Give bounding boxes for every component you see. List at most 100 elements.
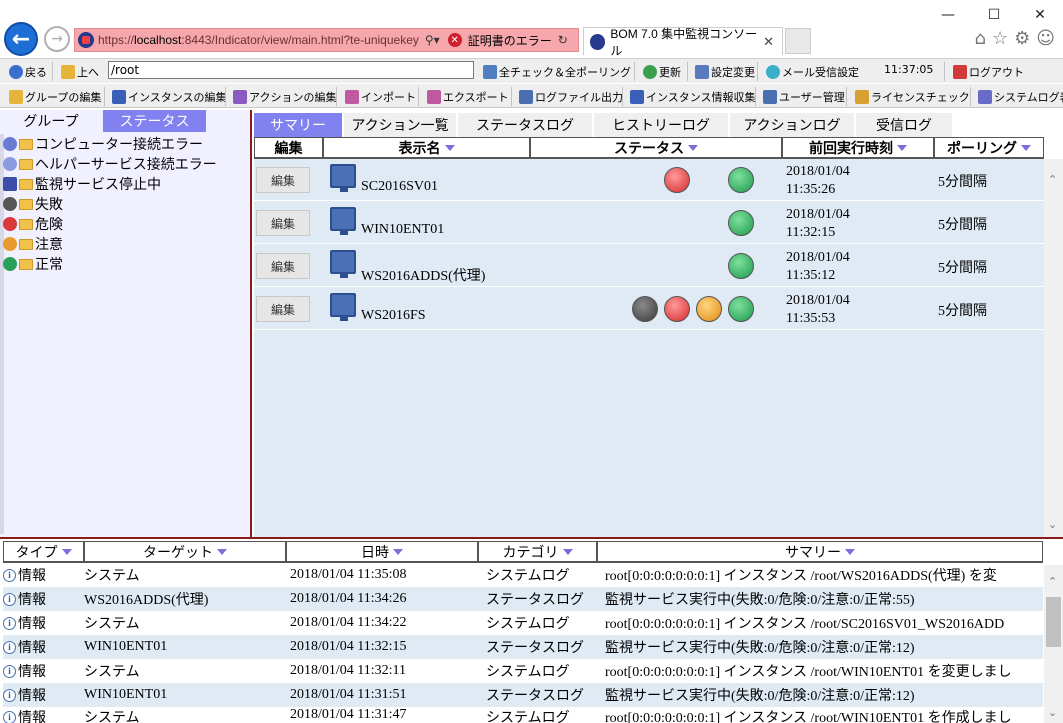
settings-button[interactable]: 設定変更 xyxy=(692,61,758,82)
up-button[interactable]: 上へ xyxy=(58,61,102,82)
gear-icon[interactable]: ⚙ xyxy=(1014,28,1030,49)
tree-item-connection-error[interactable]: コンピューター接続エラー xyxy=(0,134,250,154)
table-row[interactable]: 編集 WS2016FS 2018/01/0411:35:53 5分間隔 xyxy=(254,288,1044,330)
scroll-down-icon[interactable]: ⌄ xyxy=(1048,706,1057,719)
table-row[interactable]: 編集 SC2016SV01 2018/01/0411:35:26 5分間隔 xyxy=(254,159,1044,201)
tree-item-normal[interactable]: 正常 xyxy=(0,254,250,274)
col-datetime[interactable]: 日時 xyxy=(286,541,478,563)
mail-settings-button[interactable]: メール受信設定 xyxy=(763,61,862,82)
tree-item-critical[interactable]: 危険 xyxy=(0,214,250,234)
log-datetime: 2018/01/04 11:35:08 xyxy=(290,567,486,583)
export-icon xyxy=(427,90,441,104)
scroll-up-icon[interactable]: ⌃ xyxy=(1048,173,1057,186)
user-management-button[interactable]: ユーザー管理 xyxy=(760,86,848,107)
back-button[interactable]: 戻る xyxy=(6,61,50,82)
edit-button[interactable]: 編集 xyxy=(256,167,310,193)
edit-button[interactable]: 編集 xyxy=(256,296,310,322)
computer-icon xyxy=(330,207,356,231)
tab-close-icon[interactable]: ✕ xyxy=(763,34,774,50)
instance-collect-button[interactable]: インスタンス情報収集 xyxy=(627,86,759,107)
search-icon[interactable]: ⚲▾ xyxy=(425,33,440,47)
tab-status[interactable]: ステータス xyxy=(103,110,206,132)
syslog-view-button[interactable]: システムログ表 xyxy=(975,86,1063,107)
host-name[interactable]: WIN10ENT01 xyxy=(361,222,444,238)
instance-edit-button[interactable]: インスタンスの編集 xyxy=(109,86,230,107)
log-row[interactable]: i情報 WIN10ENT01 2018/01/04 11:31:51 ステータス… xyxy=(3,683,1043,707)
col-type[interactable]: タイプ xyxy=(3,541,84,563)
home-icon[interactable]: ⌂ xyxy=(975,28,986,49)
cert-error-icon[interactable]: ✕ xyxy=(448,33,462,47)
summary-scrollbar[interactable]: ⌃ ⌄ xyxy=(1044,159,1063,537)
log-row[interactable]: i情報 WIN10ENT01 2018/01/04 11:32:15 ステータス… xyxy=(3,635,1043,659)
table-row[interactable]: 編集 WS2016ADDS(代理) 2018/01/0411:35:12 5分間… xyxy=(254,245,1044,287)
folder-icon xyxy=(19,159,33,170)
check-all-button[interactable]: 全チェック＆全ポーリング xyxy=(480,61,634,82)
tree-item-helper-error[interactable]: ヘルパーサービス接続エラー xyxy=(0,154,250,174)
action-edit-button[interactable]: アクションの編集 xyxy=(230,86,339,107)
reload-icon[interactable]: ↻ xyxy=(558,33,568,47)
group-edit-button[interactable]: グループの編集 xyxy=(6,86,104,107)
license-icon xyxy=(855,90,869,104)
col-category[interactable]: カテゴリ xyxy=(478,541,597,563)
table-row[interactable]: 編集 WIN10ENT01 2018/01/0411:32:15 5分間隔 xyxy=(254,202,1044,244)
col-name[interactable]: 表示名 xyxy=(323,137,530,159)
col-target[interactable]: ターゲット xyxy=(84,541,286,563)
col-status[interactable]: ステータス xyxy=(530,137,782,159)
col-last-run-label: 前回実行時刻 xyxy=(809,138,893,158)
host-name[interactable]: SC2016SV01 xyxy=(361,179,438,195)
log-scrollbar[interactable]: ⌃ ⌄ xyxy=(1044,565,1063,723)
path-input[interactable]: /root xyxy=(108,61,474,79)
import-button[interactable]: インポート xyxy=(342,86,419,107)
scroll-thumb[interactable] xyxy=(1046,597,1061,647)
col-last-run[interactable]: 前回実行時刻 xyxy=(782,137,934,159)
tab-group[interactable]: グループ xyxy=(2,110,100,132)
col-polling[interactable]: ポーリング xyxy=(934,137,1044,159)
new-tab-button[interactable] xyxy=(785,28,811,54)
back-arrow-icon[interactable]: ← xyxy=(4,22,38,56)
divider xyxy=(970,87,971,106)
tree-item-warning[interactable]: 注意 xyxy=(0,234,250,254)
tab-status-log[interactable]: ステータスログ xyxy=(458,113,592,137)
col-polling-label: ポーリング xyxy=(947,138,1017,158)
mail-settings-label: メール受信設定 xyxy=(782,64,859,80)
browser-tab[interactable]: BOM 7.0 集中監視コンソール ✕ xyxy=(583,27,783,55)
divider xyxy=(336,87,337,106)
export-button[interactable]: エクスポート xyxy=(424,86,512,107)
host-name[interactable]: WS2016FS xyxy=(361,308,426,324)
logout-button[interactable]: ログアウト xyxy=(950,61,1027,82)
log-row[interactable]: i情報 WS2016ADDS(代理) 2018/01/04 11:34:26 ス… xyxy=(3,587,1043,611)
license-check-button[interactable]: ライセンスチェック xyxy=(852,86,973,107)
log-row[interactable]: i情報 システム 2018/01/04 11:34:22 システムログ root… xyxy=(3,611,1043,635)
tab-history-log[interactable]: ヒストリーログ xyxy=(594,113,728,137)
edit-button[interactable]: 編集 xyxy=(256,210,310,236)
tab-received-log[interactable]: 受信ログ xyxy=(856,113,952,137)
info-icon: i xyxy=(3,711,16,723)
edit-button[interactable]: 編集 xyxy=(256,253,310,279)
divider xyxy=(622,87,623,106)
log-row[interactable]: i情報 システム 2018/01/04 11:35:08 システムログ root… xyxy=(3,563,1043,587)
maximize-icon[interactable]: ☐ xyxy=(971,0,1017,30)
favorites-star-icon[interactable]: ☆ xyxy=(992,28,1008,49)
tab-action-list[interactable]: アクション一覧 xyxy=(344,113,456,137)
tab-action-log[interactable]: アクションログ xyxy=(730,113,854,137)
scroll-up-icon[interactable]: ⌃ xyxy=(1048,575,1057,588)
critical-lamp-icon xyxy=(664,167,690,193)
tree-item-service-stopped[interactable]: 監視サービス停止中 xyxy=(0,174,250,194)
scroll-down-icon[interactable]: ⌄ xyxy=(1048,518,1057,531)
cert-error-label[interactable]: 証明書のエラー xyxy=(468,32,552,49)
logfile-output-button[interactable]: ログファイル出力 xyxy=(516,86,626,107)
instance-collect-icon xyxy=(630,90,644,104)
minimize-icon[interactable]: — xyxy=(925,0,971,30)
log-row[interactable]: i情報 システム 2018/01/04 11:32:11 システムログ root… xyxy=(3,659,1043,683)
summary-table-header: 編集 表示名 ステータス 前回実行時刻 ポーリング xyxy=(254,137,1044,159)
address-bar[interactable]: https://localhost:8443/Indicator/view/ma… xyxy=(74,28,579,52)
col-summary[interactable]: サマリー xyxy=(597,541,1043,563)
tab-summary[interactable]: サマリー xyxy=(254,113,342,137)
forward-arrow-icon[interactable]: → xyxy=(44,26,70,52)
smiley-icon[interactable]: ☺ xyxy=(1036,28,1055,49)
host-name[interactable]: WS2016ADDS(代理) xyxy=(361,265,485,285)
refresh-button[interactable]: 更新 xyxy=(640,61,684,82)
log-summary: 監視サービス実行中(失敗:0/危険:0/注意:0/正常:12) xyxy=(605,637,1041,657)
tree-item-failure[interactable]: 失敗 xyxy=(0,194,250,214)
close-window-icon[interactable]: ✕ xyxy=(1017,0,1063,30)
